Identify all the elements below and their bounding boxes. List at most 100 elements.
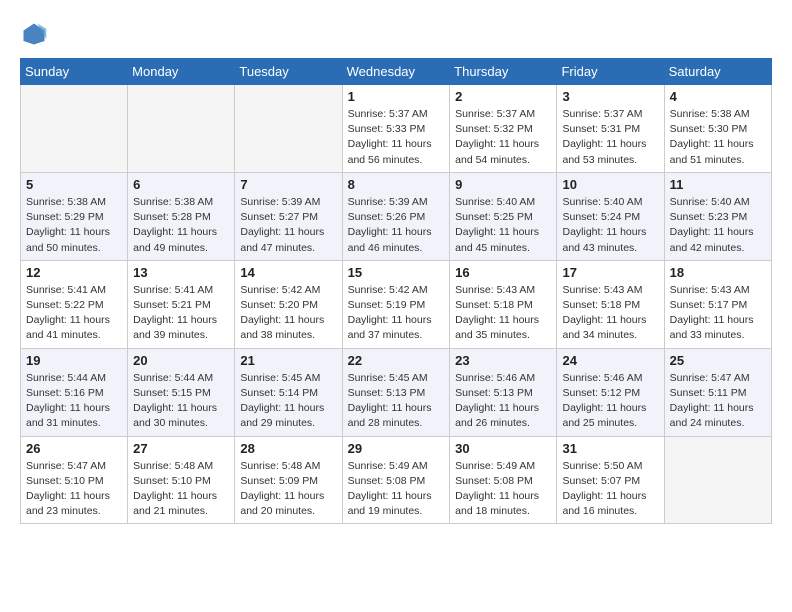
calendar-cell: 7Sunrise: 5:39 AM Sunset: 5:27 PM Daylig… bbox=[235, 172, 342, 260]
weekday-header-wednesday: Wednesday bbox=[342, 59, 450, 85]
calendar-header: SundayMondayTuesdayWednesdayThursdayFrid… bbox=[21, 59, 772, 85]
calendar-cell: 5 Sunrise: 5:38 AM Sunset: 5:29 PM Daylig… bbox=[21, 172, 128, 260]
calendar-cell: 23Sunrise: 5:46 AM Sunset: 5:13 PM Dayli… bbox=[450, 348, 557, 436]
weekday-header-saturday: Saturday bbox=[664, 59, 771, 85]
day-number: 14 bbox=[240, 265, 336, 280]
day-number: 30 bbox=[455, 441, 551, 456]
calendar-cell: 25 Sunrise: 5:47 AM Sunset: 5:11 PM Dayli… bbox=[664, 348, 771, 436]
calendar-cell: 3 Sunrise: 5:37 AM Sunset: 5:31 PM Daylig… bbox=[557, 85, 664, 173]
day-info: Sunrise: 5:43 AM Sunset: 5:18 PM Dayligh… bbox=[455, 283, 551, 344]
calendar-cell: 11 Sunrise: 5:40 AM Sunset: 5:23 PM Dayli… bbox=[664, 172, 771, 260]
day-info: Sunrise: 5:43 AM Sunset: 5:18 PM Dayligh… bbox=[562, 283, 658, 344]
calendar-cell: 16 Sunrise: 5:43 AM Sunset: 5:18 PM Dayli… bbox=[450, 260, 557, 348]
calendar-table: SundayMondayTuesdayWednesdayThursdayFrid… bbox=[20, 58, 772, 524]
day-number: 20 bbox=[133, 353, 229, 368]
day-info: Sunrise: 5:43 AM Sunset: 5:17 PM Dayligh… bbox=[670, 283, 766, 344]
day-number: 29 bbox=[348, 441, 445, 456]
calendar-cell bbox=[128, 85, 235, 173]
calendar-cell: 28 Sunrise: 5:48 AM Sunset: 5:09 PM Dayli… bbox=[235, 436, 342, 524]
calendar-cell: 17 Sunrise: 5:43 AM Sunset: 5:18 PM Dayli… bbox=[557, 260, 664, 348]
day-info: Sunrise: 5:45 AM Sunset: 5:13 PM Dayligh… bbox=[348, 371, 445, 432]
day-number: 2 bbox=[455, 89, 551, 104]
calendar-cell: 14 Sunrise: 5:42 AM Sunset: 5:20 PM Dayli… bbox=[235, 260, 342, 348]
day-number: 21 bbox=[240, 353, 336, 368]
day-number: 27 bbox=[133, 441, 229, 456]
calendar-cell: 24Sunrise: 5:46 AM Sunset: 5:12 PM Dayli… bbox=[557, 348, 664, 436]
day-info: Sunrise: 5:48 AM Sunset: 5:10 PM Dayligh… bbox=[133, 459, 229, 520]
day-number: 12 bbox=[26, 265, 122, 280]
day-info: Sunrise: 5:40 AM Sunset: 5:24 PM Dayligh… bbox=[562, 195, 658, 256]
day-number: 9 bbox=[455, 177, 551, 192]
day-number: 11 bbox=[670, 177, 766, 192]
weekday-header-sunday: Sunday bbox=[21, 59, 128, 85]
day-info: Sunrise: 5:40 AM Sunset: 5:23 PM Dayligh… bbox=[670, 195, 766, 256]
calendar-cell: 20 Sunrise: 5:44 AM Sunset: 5:15 PM Dayli… bbox=[128, 348, 235, 436]
day-number: 18 bbox=[670, 265, 766, 280]
day-info: Sunrise: 5:38 AM Sunset: 5:30 PM Dayligh… bbox=[670, 107, 766, 168]
day-info: Sunrise: 5:46 AM Sunset: 5:13 PM Dayligh… bbox=[455, 371, 551, 432]
weekday-header-friday: Friday bbox=[557, 59, 664, 85]
logo bbox=[20, 20, 52, 48]
day-info: Sunrise: 5:37 AM Sunset: 5:33 PM Dayligh… bbox=[348, 107, 445, 168]
day-info: Sunrise: 5:42 AM Sunset: 5:19 PM Dayligh… bbox=[348, 283, 445, 344]
day-number: 25 bbox=[670, 353, 766, 368]
day-number: 19 bbox=[26, 353, 122, 368]
logo-icon bbox=[20, 20, 48, 48]
day-number: 16 bbox=[455, 265, 551, 280]
day-info: Sunrise: 5:50 AM Sunset: 5:07 PM Dayligh… bbox=[562, 459, 658, 520]
day-info: Sunrise: 5:49 AM Sunset: 5:08 PM Dayligh… bbox=[348, 459, 445, 520]
day-number: 15 bbox=[348, 265, 445, 280]
day-number: 13 bbox=[133, 265, 229, 280]
day-number: 6 bbox=[133, 177, 229, 192]
calendar-week-1: 1Sunrise: 5:37 AM Sunset: 5:33 PM Daylig… bbox=[21, 85, 772, 173]
calendar-body: 1Sunrise: 5:37 AM Sunset: 5:33 PM Daylig… bbox=[21, 85, 772, 524]
day-info: Sunrise: 5:37 AM Sunset: 5:32 PM Dayligh… bbox=[455, 107, 551, 168]
day-number: 10 bbox=[562, 177, 658, 192]
day-info: Sunrise: 5:44 AM Sunset: 5:15 PM Dayligh… bbox=[133, 371, 229, 432]
day-info: Sunrise: 5:42 AM Sunset: 5:20 PM Dayligh… bbox=[240, 283, 336, 344]
calendar-cell: 19Sunrise: 5:44 AM Sunset: 5:16 PM Dayli… bbox=[21, 348, 128, 436]
calendar-cell: 26 Sunrise: 5:47 AM Sunset: 5:10 PM Dayli… bbox=[21, 436, 128, 524]
weekday-header-monday: Monday bbox=[128, 59, 235, 85]
day-info: Sunrise: 5:49 AM Sunset: 5:08 PM Dayligh… bbox=[455, 459, 551, 520]
day-info: Sunrise: 5:48 AM Sunset: 5:09 PM Dayligh… bbox=[240, 459, 336, 520]
day-number: 22 bbox=[348, 353, 445, 368]
calendar-cell: 13Sunrise: 5:41 AM Sunset: 5:21 PM Dayli… bbox=[128, 260, 235, 348]
calendar-cell: 30 Sunrise: 5:49 AM Sunset: 5:08 PM Dayli… bbox=[450, 436, 557, 524]
day-info: Sunrise: 5:39 AM Sunset: 5:27 PM Dayligh… bbox=[240, 195, 336, 256]
calendar-cell: 8Sunrise: 5:39 AM Sunset: 5:26 PM Daylig… bbox=[342, 172, 450, 260]
calendar-cell: 21Sunrise: 5:45 AM Sunset: 5:14 PM Dayli… bbox=[235, 348, 342, 436]
calendar-cell bbox=[235, 85, 342, 173]
calendar-cell: 4 Sunrise: 5:38 AM Sunset: 5:30 PM Daylig… bbox=[664, 85, 771, 173]
day-number: 26 bbox=[26, 441, 122, 456]
day-number: 8 bbox=[348, 177, 445, 192]
calendar-cell: 15 Sunrise: 5:42 AM Sunset: 5:19 PM Dayli… bbox=[342, 260, 450, 348]
day-number: 28 bbox=[240, 441, 336, 456]
day-number: 3 bbox=[562, 89, 658, 104]
page-header bbox=[20, 20, 772, 48]
calendar-cell: 29 Sunrise: 5:49 AM Sunset: 5:08 PM Dayli… bbox=[342, 436, 450, 524]
day-number: 24 bbox=[562, 353, 658, 368]
calendar-cell: 1Sunrise: 5:37 AM Sunset: 5:33 PM Daylig… bbox=[342, 85, 450, 173]
day-number: 4 bbox=[670, 89, 766, 104]
weekday-header-row: SundayMondayTuesdayWednesdayThursdayFrid… bbox=[21, 59, 772, 85]
day-info: Sunrise: 5:38 AM Sunset: 5:29 PM Dayligh… bbox=[26, 195, 122, 256]
day-info: Sunrise: 5:37 AM Sunset: 5:31 PM Dayligh… bbox=[562, 107, 658, 168]
day-info: Sunrise: 5:40 AM Sunset: 5:25 PM Dayligh… bbox=[455, 195, 551, 256]
day-number: 31 bbox=[562, 441, 658, 456]
calendar-cell: 22 Sunrise: 5:45 AM Sunset: 5:13 PM Dayli… bbox=[342, 348, 450, 436]
calendar-cell: 27 Sunrise: 5:48 AM Sunset: 5:10 PM Dayli… bbox=[128, 436, 235, 524]
day-number: 5 bbox=[26, 177, 122, 192]
calendar-cell: 31 Sunrise: 5:50 AM Sunset: 5:07 PM Dayli… bbox=[557, 436, 664, 524]
calendar-cell: 9 Sunrise: 5:40 AM Sunset: 5:25 PM Daylig… bbox=[450, 172, 557, 260]
calendar-week-5: 26 Sunrise: 5:47 AM Sunset: 5:10 PM Dayli… bbox=[21, 436, 772, 524]
calendar-week-3: 12Sunrise: 5:41 AM Sunset: 5:22 PM Dayli… bbox=[21, 260, 772, 348]
calendar-week-2: 5 Sunrise: 5:38 AM Sunset: 5:29 PM Daylig… bbox=[21, 172, 772, 260]
day-info: Sunrise: 5:47 AM Sunset: 5:11 PM Dayligh… bbox=[670, 371, 766, 432]
weekday-header-thursday: Thursday bbox=[450, 59, 557, 85]
day-info: Sunrise: 5:47 AM Sunset: 5:10 PM Dayligh… bbox=[26, 459, 122, 520]
calendar-cell bbox=[664, 436, 771, 524]
day-number: 17 bbox=[562, 265, 658, 280]
calendar-cell: 10 Sunrise: 5:40 AM Sunset: 5:24 PM Dayli… bbox=[557, 172, 664, 260]
weekday-header-tuesday: Tuesday bbox=[235, 59, 342, 85]
